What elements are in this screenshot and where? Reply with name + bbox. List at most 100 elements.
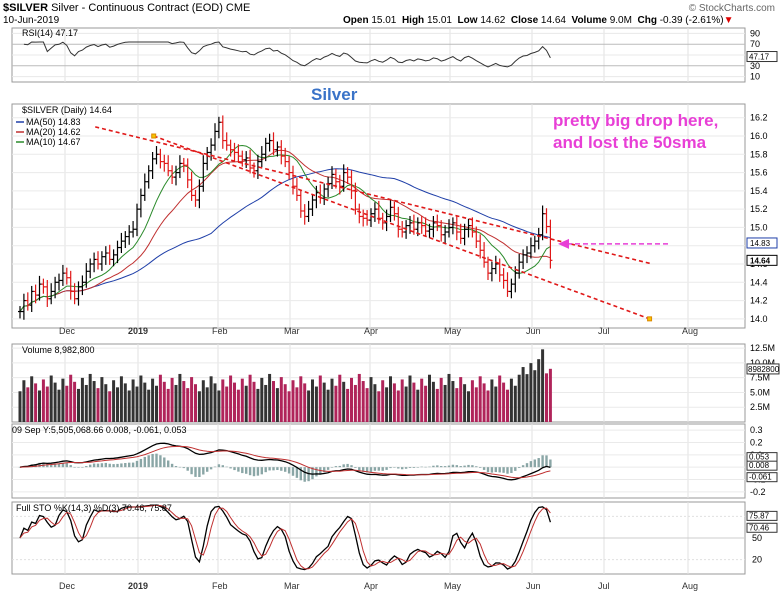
volume-bar (400, 379, 404, 422)
volume-bar (420, 378, 424, 422)
macd-histogram-bar (256, 467, 260, 476)
month-label: Feb (212, 326, 228, 336)
volume-tick-label: 2.5M (750, 402, 770, 412)
macd-histogram-bar (529, 461, 533, 468)
volume-bar (373, 384, 377, 422)
macd-histogram-bar (471, 465, 474, 468)
macd-histogram-bar (174, 466, 178, 468)
macd-histogram-bar (412, 467, 416, 468)
volume-bar (80, 377, 84, 422)
volume-bar (88, 373, 92, 422)
macd-histogram-bar (537, 458, 540, 468)
month-label: Jul (598, 326, 610, 336)
volume-bar (112, 380, 116, 422)
macd-histogram-bar (490, 467, 494, 473)
month-label: Mar (284, 326, 300, 336)
macd-histogram-bar (436, 465, 439, 468)
macd-histogram-bar (92, 463, 96, 468)
price-tick-label: 15.0 (750, 222, 768, 232)
macd-histogram-bar (225, 466, 228, 468)
volume-bar (545, 373, 548, 422)
volume-bar (334, 385, 338, 422)
macd-histogram-bar (190, 467, 193, 475)
annotation-line-1: pretty big drop here, (553, 111, 718, 130)
volume-bar (65, 385, 69, 422)
sto-label: Full STO %K(14,3) %D(3) 70.46, 75.87 (16, 503, 172, 513)
volume-bar (389, 376, 392, 422)
volume-bar (303, 383, 307, 422)
sto-value-tag-text: 75.87 (749, 511, 770, 520)
macd-histogram-bar (155, 453, 158, 468)
volume-bar (447, 373, 451, 422)
volume-bar (248, 374, 252, 422)
volume-bar (299, 376, 303, 422)
volume-bar (295, 387, 299, 422)
macd-histogram-bar (408, 467, 412, 468)
volume-bar (147, 389, 151, 422)
price-tick-label: 15.8 (750, 149, 768, 159)
volume-bar (49, 375, 53, 422)
volume-bar (26, 387, 30, 422)
macd-histogram-bar (549, 459, 552, 468)
macd-histogram-bar (213, 466, 217, 468)
volume-bar (209, 376, 213, 422)
macd-histogram-bar (545, 455, 548, 468)
volume-bar (455, 388, 459, 422)
rsi-tick-label: 10 (750, 72, 760, 82)
macd-histogram-bar (459, 466, 462, 468)
price-tick-label: 14.2 (750, 296, 768, 306)
macd-histogram-bar (291, 467, 295, 476)
macd-histogram-bar (81, 467, 84, 468)
macd-histogram-bar (245, 467, 248, 474)
macd-histogram-bar (272, 467, 275, 471)
volume-bar (474, 387, 478, 422)
volume-bar (365, 388, 369, 422)
macd-histogram-bar (77, 467, 80, 468)
volume-bar (256, 388, 260, 422)
macd-histogram-bar (393, 467, 396, 468)
macd-histogram-bar (143, 456, 146, 468)
volume-label: Volume 8,982,800 (22, 345, 95, 355)
macd-histogram-bar (525, 463, 529, 468)
macd-histogram-bar (104, 462, 107, 468)
macd-histogram-bar (373, 467, 377, 471)
macd-panel-frame (11, 423, 746, 499)
volume-bar (385, 387, 389, 422)
volume-bar (264, 384, 268, 422)
macd-histogram-bar (440, 466, 443, 468)
volume-tick-label: 5.0M (750, 387, 770, 397)
macd-histogram-bar (315, 467, 318, 477)
month-label: Aug (682, 326, 698, 336)
rsi-tick-label: 90 (750, 28, 760, 38)
macd-histogram-bar (416, 467, 419, 468)
sto-value-tag-text: 70.46 (749, 523, 770, 532)
volume-bar (279, 377, 283, 422)
macd-histogram-bar (295, 467, 299, 478)
rsi-tick-label: 70 (750, 39, 760, 49)
close-value-tag-text: 14.64 (750, 256, 771, 265)
volume-bar (330, 378, 334, 422)
volume-bar (428, 374, 431, 422)
macd-histogram-bar (533, 459, 536, 468)
volume-bar (182, 381, 186, 422)
macd-histogram-bar (475, 466, 478, 468)
month-label: Aug (682, 581, 698, 591)
volume-bar (61, 378, 65, 422)
volume-bar (22, 380, 26, 422)
volume-bar (307, 390, 311, 422)
macd-histogram-bar (241, 467, 244, 474)
volume-bar (439, 377, 443, 422)
macd-value-tag-text: 0.008 (749, 461, 770, 470)
volume-bar (517, 374, 521, 422)
volume-bar (482, 383, 486, 422)
macd-histogram-bar (424, 466, 427, 468)
month-label: 2019 (128, 326, 148, 336)
macd-histogram-bar (326, 467, 330, 470)
volume-bar (155, 385, 158, 422)
volume-bar (548, 368, 552, 422)
macd-histogram-bar (510, 467, 513, 473)
volume-bar (225, 386, 229, 422)
macd-histogram-bar (404, 467, 408, 469)
macd-histogram-bar (124, 463, 127, 468)
month-label: May (444, 581, 462, 591)
